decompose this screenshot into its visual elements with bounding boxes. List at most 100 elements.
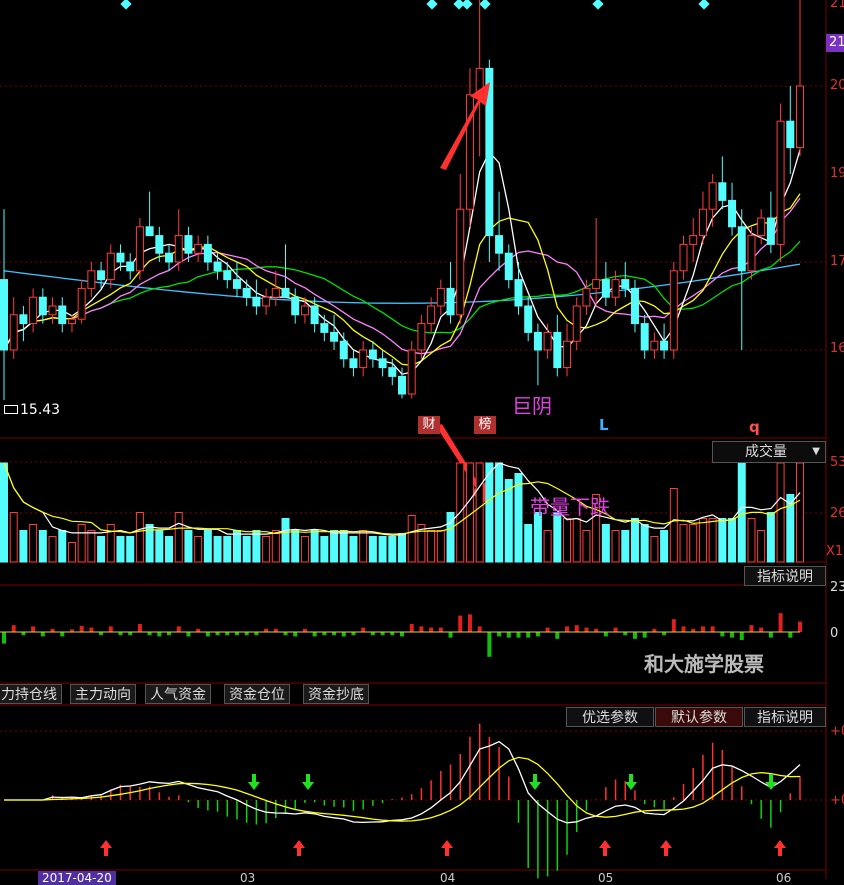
volume-bar [242,536,251,563]
volume-bar [669,488,678,563]
buy-arrow-icon [100,840,112,856]
arrow-up-to-peak [440,82,490,170]
volume-bar [475,462,484,563]
macd-tick-zero: +0 [830,793,844,808]
candle-body [378,358,387,369]
volume-bar [368,536,377,563]
volume-bar [126,536,135,563]
volume-bar [757,530,766,563]
volume-bar [543,530,552,563]
flow-bar [788,632,793,638]
tag-l[interactable]: L [599,416,609,434]
tag-q[interactable]: q [749,418,760,436]
flow-bar [312,632,317,637]
volume-bar [436,530,445,563]
macd-indicator-help-button[interactable]: 指标说明 [744,707,826,727]
default-params-button[interactable]: 默认参数 [655,707,743,727]
flow-bar [448,632,453,638]
flow-bar [341,632,346,637]
volume-bar [611,530,620,563]
volume-bar [194,536,203,563]
flow-bar [361,627,366,632]
optimal-params-button[interactable]: 优选参数 [566,707,654,727]
price-tick-19: 19 [830,166,844,181]
candle-body [174,235,183,263]
candle-body [359,349,368,369]
flow-bar [467,614,472,632]
flow-bar [293,632,298,637]
tag-cai[interactable]: 财 [418,416,440,434]
candle-body [398,375,406,395]
signal-diamond [698,0,710,10]
buy-arrow-icon [774,840,786,856]
candle-body [572,305,581,342]
flow-bar [574,625,579,632]
flow-bar [487,632,492,657]
volume-bar [223,536,232,563]
candle-body [349,358,358,369]
flow-bar [759,627,764,632]
candle-body [689,235,698,245]
volume-bar [116,536,125,563]
flow-bar [749,625,754,632]
tab-holding-line[interactable]: 力持仓线 [0,684,62,704]
flow-bar [176,626,181,632]
candle-body [165,252,174,263]
candle-body [553,331,562,369]
candle-body [203,243,212,263]
candle-body [543,331,552,351]
candle-body [640,323,649,351]
flow-bar [137,624,142,632]
volume-bar [776,462,785,563]
signal-diamond [479,0,491,10]
tab-fund-position[interactable]: 资金仓位 [224,684,290,704]
flow-bar [458,615,463,632]
flow-bar [526,632,531,638]
buy-arrow-icon [660,840,672,856]
volume-bar [708,518,717,563]
candle-body [58,305,67,325]
macd-dif-line [4,740,801,824]
candle-body [533,331,542,351]
candle-body [232,279,241,289]
candle-body [456,208,465,316]
candle-body [184,235,193,254]
volume-selector[interactable]: 成交量 ▼ [712,441,826,463]
candle-body [728,199,737,228]
flow-bar [40,632,45,637]
tab-popularity-funds[interactable]: 人气资金 [145,684,211,704]
candle-body [524,305,533,333]
volume-tick-26: 26 [830,506,844,521]
volume-indicator-help-button[interactable]: 指标说明 [744,566,826,586]
candle-body [155,235,164,254]
candle-body [495,235,504,254]
candle-body [97,270,106,281]
flow-bar [205,632,210,637]
flow-bar [642,632,647,638]
volume-bar [737,462,746,563]
flow-bar [681,626,686,632]
price-tick-16: 16 [830,341,844,356]
candle-body [417,323,426,351]
volume-bar [650,536,659,563]
volume-bar [48,536,57,563]
candle-body [514,279,523,307]
volume-bar [0,462,8,563]
tab-fund-bottom[interactable]: 资金抄底 [303,684,369,704]
candle-body [262,296,271,307]
sell-arrow-icon [529,774,541,790]
flow-bar [555,632,560,639]
volume-bar [378,536,387,563]
candle-body [388,367,397,377]
flow-tick-0: 0 [830,626,839,641]
tag-bang[interactable]: 榜 [474,416,496,434]
flow-bar [603,632,608,637]
flow-bar [89,627,94,632]
volume-bar [300,536,309,563]
volume-bar [232,530,241,563]
candle-body [339,340,348,360]
watermark: 和大施学股票 [644,652,764,676]
tab-main-force[interactable]: 主力动向 [70,684,136,704]
annotation-volume-drop: 带量下跌 [530,495,610,519]
flow-bar [409,624,414,632]
